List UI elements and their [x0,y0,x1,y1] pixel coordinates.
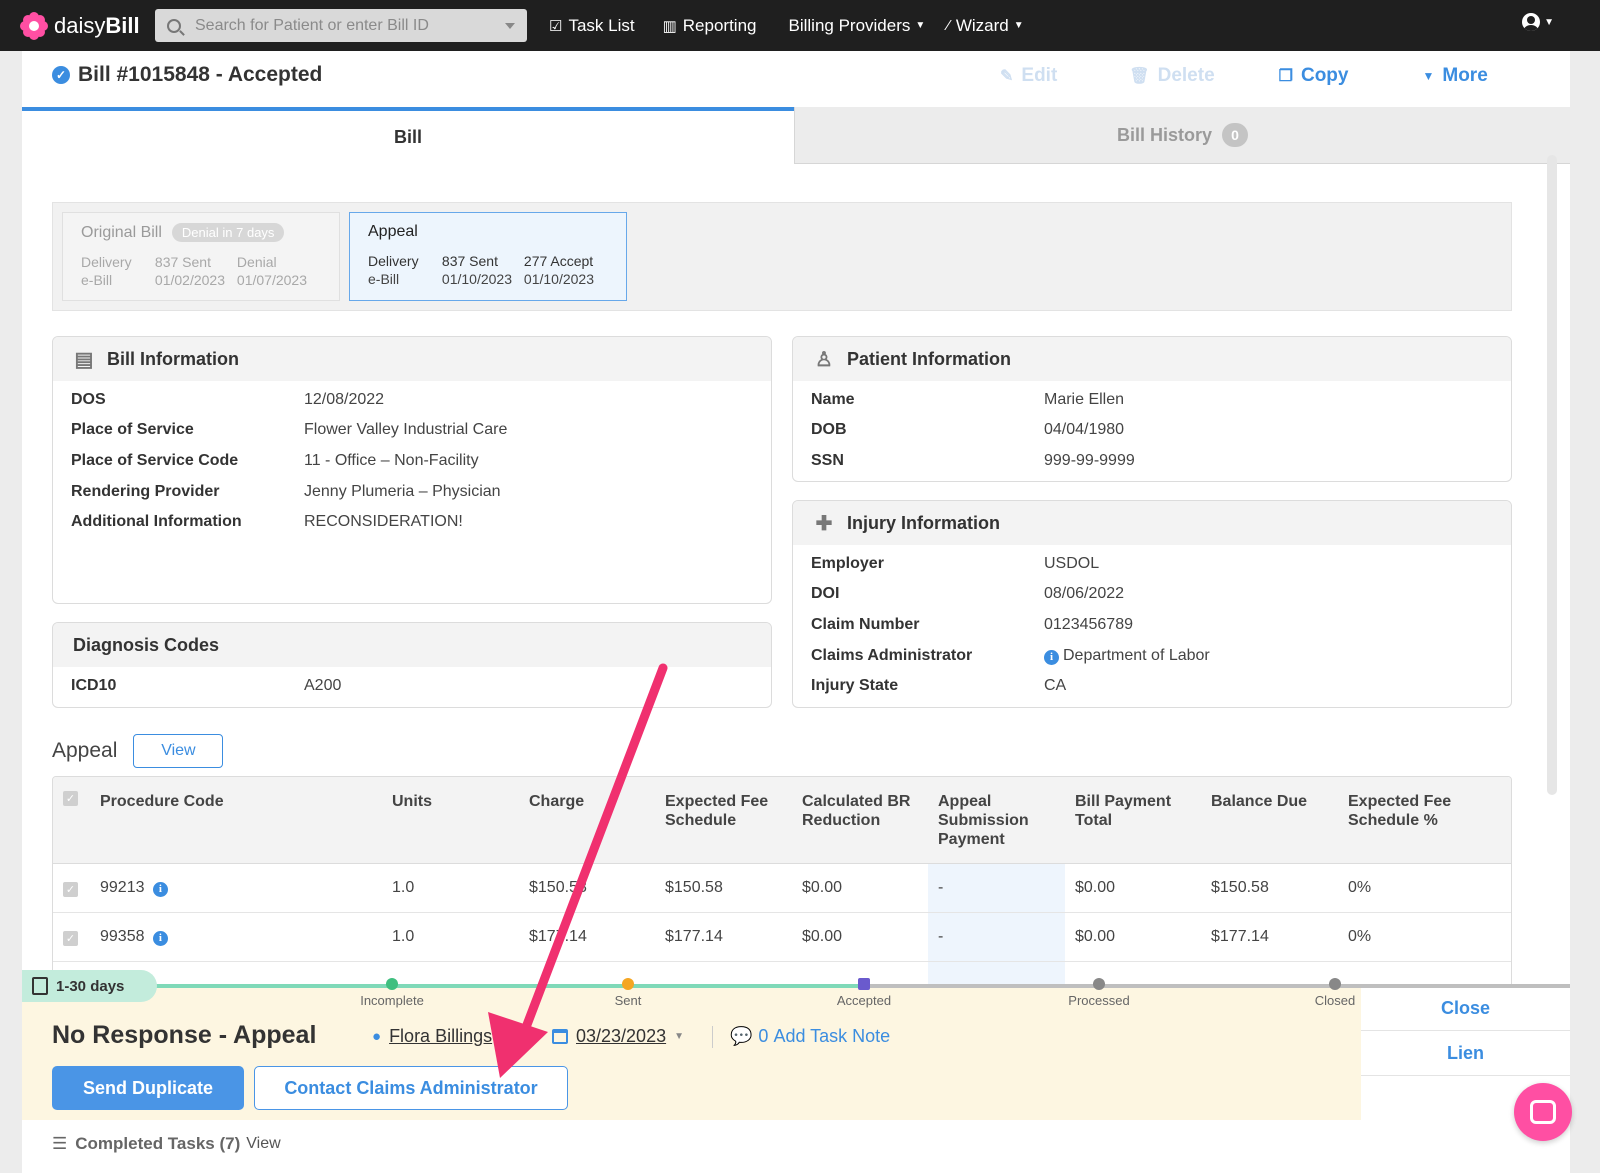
annotation-arrow [488,663,668,1078]
chat-button[interactable] [1514,1083,1572,1141]
chat-icon [1530,1100,1556,1124]
